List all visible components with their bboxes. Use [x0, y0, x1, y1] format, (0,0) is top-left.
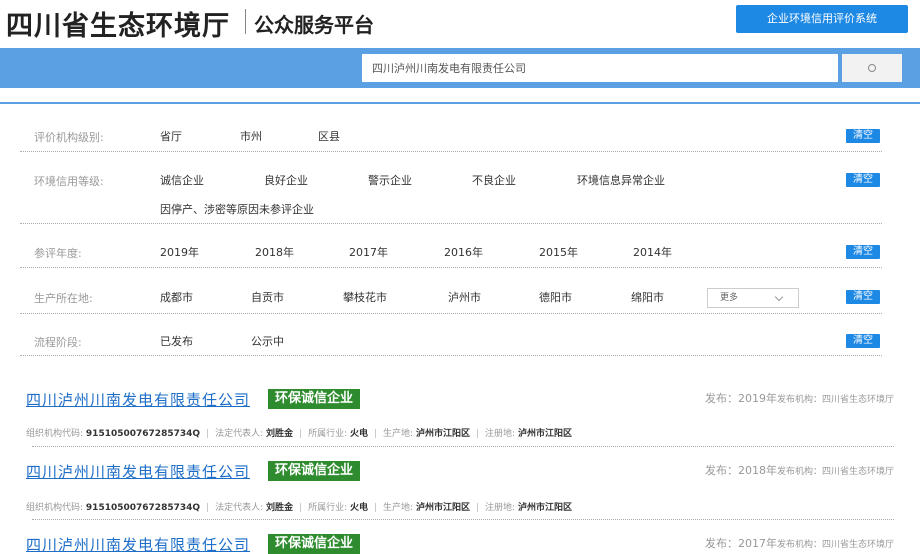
- more-select-label: 更多: [720, 293, 739, 303]
- org-code: 91510500767285734Q: [85, 429, 201, 439]
- filter-option[interactable]: 2015年: [539, 244, 578, 260]
- publish-year: 发布：2017年: [704, 537, 777, 550]
- clear-button[interactable]: 清空: [846, 129, 880, 143]
- filter-option[interactable]: 因停产、涉密等原因未参评企业: [160, 201, 314, 217]
- production-place: 泸州市江阳区: [415, 429, 470, 439]
- filter-option[interactable]: 成都市: [160, 289, 193, 305]
- registered-place: 泸州市江阳区: [517, 503, 572, 513]
- clear-button[interactable]: 清空: [846, 245, 880, 259]
- chevron-down-icon: [774, 292, 784, 302]
- org-code: 91510500767285734Q: [85, 503, 201, 513]
- filter-org-level: 评价机构级别: 省厅 市州 区县 清空: [20, 116, 882, 152]
- divider: [32, 446, 894, 447]
- filter-option[interactable]: 环境信息异常企业: [577, 172, 665, 188]
- filter-option[interactable]: 2018年: [255, 244, 294, 260]
- company-name-link[interactable]: 四川泸州川南发电有限责任公司: [26, 534, 250, 554]
- clear-button[interactable]: 清空: [846, 173, 880, 187]
- result-item: 四川泸州川南发电有限责任公司 环保诚信企业 发布：2018年发布机构：四川省生态…: [24, 460, 894, 522]
- filter-option[interactable]: 2017年: [349, 244, 388, 260]
- credit-badge: 环保诚信企业: [268, 461, 361, 481]
- publish-info: 发布：2017年发布机构：四川省生态环境厅: [705, 535, 894, 551]
- legal-rep: 刘胜金: [266, 503, 294, 513]
- search-input[interactable]: [362, 54, 838, 82]
- divider: [0, 102, 920, 104]
- filter-option[interactable]: 绵阳市: [631, 289, 664, 305]
- filter-label: 环境信用等级:: [34, 175, 104, 188]
- search-bar: [0, 48, 920, 88]
- filter-option[interactable]: 德阳市: [539, 289, 572, 305]
- clear-button[interactable]: 清空: [846, 334, 880, 348]
- filter-option[interactable]: 市州: [240, 128, 262, 144]
- publish-year: 发布：2018年: [704, 464, 777, 477]
- industry: 火电: [349, 503, 368, 513]
- filter-option[interactable]: 已发布: [160, 333, 193, 349]
- filter-stage: 流程阶段: 已发布 公示中 清空: [20, 314, 882, 356]
- credit-badge: 环保诚信企业: [268, 534, 361, 554]
- filter-year: 参评年度: 2019年 2018年 2017年 2016年 2015年 2014…: [20, 224, 882, 268]
- publish-year: 发布：2019年: [704, 392, 777, 405]
- filter-option[interactable]: 2016年: [444, 244, 483, 260]
- filter-label: 流程阶段:: [34, 336, 82, 349]
- registered-place: 泸州市江阳区: [517, 429, 572, 439]
- logo-divider: [245, 9, 246, 34]
- result-item: 四川泸州川南发电有限责任公司 环保诚信企业 发布：2017年发布机构：四川省生态…: [24, 533, 894, 554]
- filter-location: 生产所在地: 成都市 自贡市 攀枝花市 泸州市 德阳市 绵阳市 更多 清空: [20, 268, 882, 314]
- company-meta: 组织机构代码: 91510500767285734Q | 法定代表人: 刘胜金 | 所属…: [26, 429, 572, 439]
- credit-eval-system-button[interactable]: 企业环境信用评价系统: [736, 5, 908, 33]
- site-logo-title[interactable]: 四川省生态环境厅: [6, 4, 230, 43]
- publish-org: 发布机构：四川省生态环境厅: [776, 540, 894, 550]
- company-name-link[interactable]: 四川泸州川南发电有限责任公司: [26, 389, 250, 410]
- publish-info: 发布：2018年发布机构：四川省生态环境厅: [705, 462, 894, 478]
- filter-credit-level: 环境信用等级: 诚信企业 良好企业 警示企业 不良企业 环境信息异常企业 因停产…: [20, 152, 882, 224]
- filter-option[interactable]: 警示企业: [368, 172, 412, 188]
- publish-org: 发布机构：四川省生态环境厅: [776, 395, 894, 405]
- filter-option[interactable]: 公示中: [251, 333, 284, 349]
- filter-option[interactable]: 自贡市: [251, 289, 284, 305]
- clear-button[interactable]: 清空: [846, 290, 880, 304]
- filter-option[interactable]: 不良企业: [472, 172, 516, 188]
- filter-option[interactable]: 区县: [318, 128, 340, 144]
- divider: [32, 519, 894, 520]
- more-locations-select[interactable]: 更多: [707, 288, 799, 308]
- publish-org: 发布机构：四川省生态环境厅: [776, 467, 894, 477]
- credit-badge: 环保诚信企业: [268, 389, 361, 409]
- legal-rep: 刘胜金: [266, 429, 294, 439]
- filter-label: 评价机构级别:: [34, 131, 104, 144]
- company-meta: 组织机构代码: 91510500767285734Q | 法定代表人: 刘胜金 | 所属…: [26, 503, 572, 513]
- filter-label: 生产所在地:: [34, 292, 93, 305]
- search-button[interactable]: [842, 54, 902, 82]
- filter-option[interactable]: 攀枝花市: [343, 289, 387, 305]
- filter-option[interactable]: 2014年: [633, 244, 672, 260]
- header: 四川省生态环境厅 公众服务平台 企业环境信用评价系统: [0, 0, 920, 46]
- company-name-link[interactable]: 四川泸州川南发电有限责任公司: [26, 461, 250, 482]
- site-logo-subtitle: 公众服务平台: [254, 13, 374, 37]
- publish-info: 发布：2019年发布机构：四川省生态环境厅: [705, 390, 894, 406]
- filter-option[interactable]: 泸州市: [448, 289, 481, 305]
- filter-label: 参评年度:: [34, 247, 82, 260]
- filter-option[interactable]: 良好企业: [264, 172, 308, 188]
- filter-option[interactable]: 诚信企业: [160, 172, 204, 188]
- search-icon: [868, 64, 876, 72]
- production-place: 泸州市江阳区: [415, 503, 470, 513]
- filter-option[interactable]: 省厅: [160, 128, 182, 144]
- result-item: 四川泸州川南发电有限责任公司 环保诚信企业 发布：2019年发布机构：四川省生态…: [24, 388, 894, 450]
- filter-option[interactable]: 2019年: [160, 244, 199, 260]
- industry: 火电: [349, 429, 368, 439]
